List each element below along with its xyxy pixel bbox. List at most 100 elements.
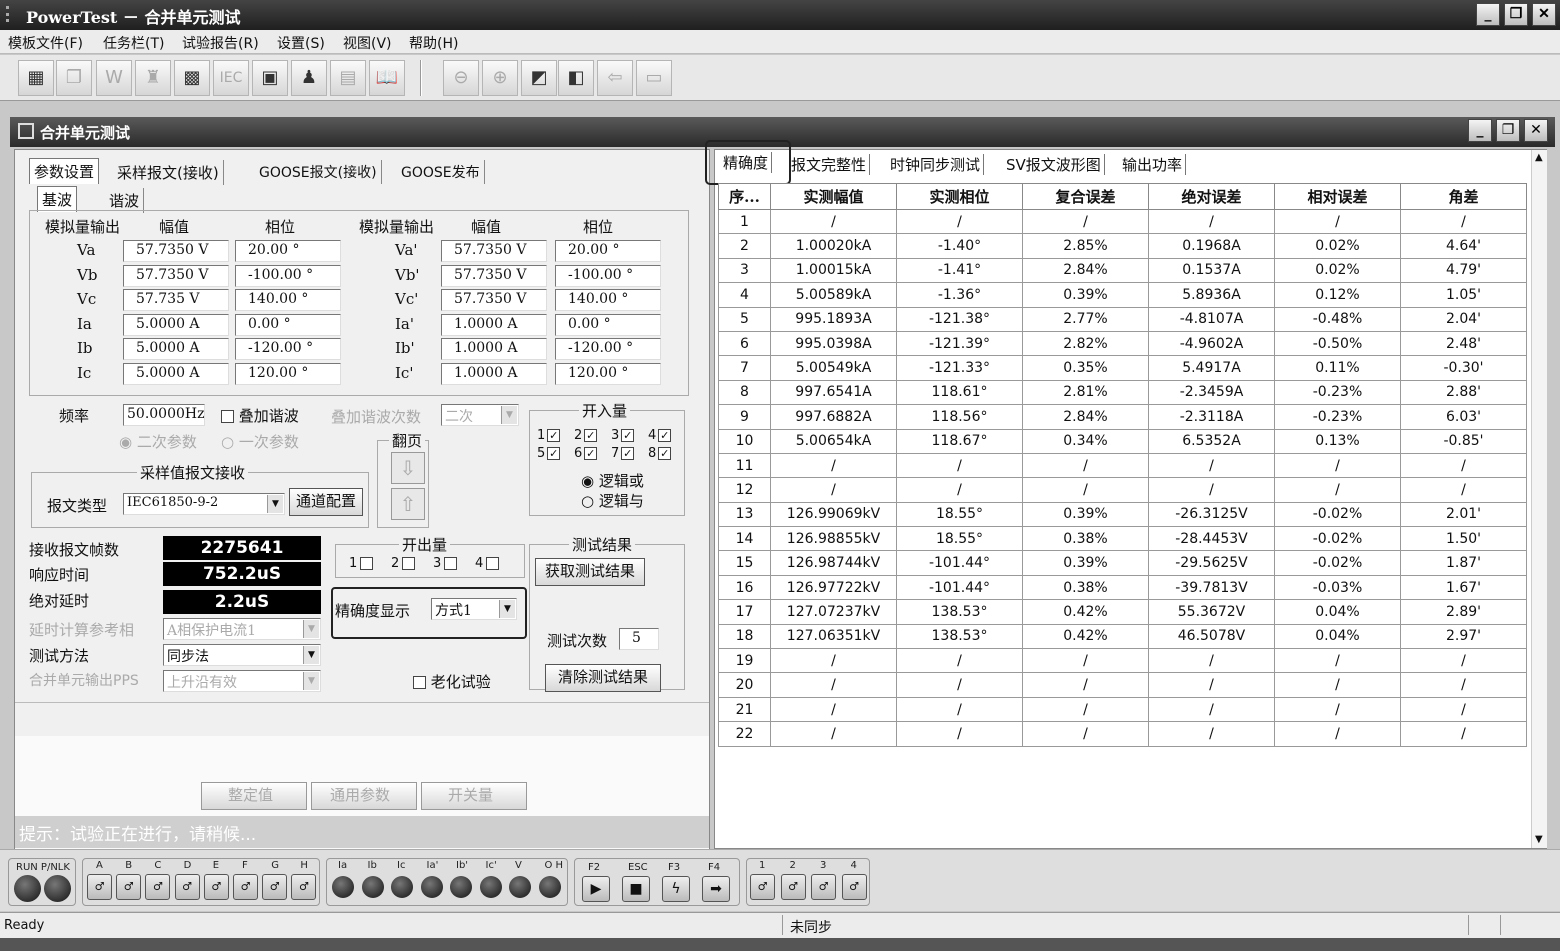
- export-icon[interactable]: ◧: [558, 60, 594, 96]
- key-button[interactable]: ➡: [702, 876, 730, 902]
- channel-config-button[interactable]: 通道配置: [289, 488, 363, 516]
- checkbox-icon[interactable]: [402, 557, 416, 570]
- table-row[interactable]: 2 1.00020kA -1.40° 2.85% 0.1968A 0.02% 4.64': [718, 233, 1527, 259]
- radio-primary[interactable]: ○ 一次参数: [221, 431, 299, 452]
- table-row[interactable]: 4 5.00589kA -1.36° 0.39% 5.8936A 0.12% 1.05': [718, 282, 1527, 308]
- checkbox-checked-icon[interactable]: ✓: [584, 429, 598, 442]
- amplitude-input[interactable]: 5.0000 A: [123, 313, 229, 336]
- tab-output-power[interactable]: 输出功率: [1119, 154, 1187, 175]
- amplitude-input[interactable]: 57.7350 V: [441, 264, 547, 287]
- aging-checkbox[interactable]: 老化试验: [413, 671, 491, 692]
- freq-input[interactable]: 50.0000Hz: [123, 404, 205, 426]
- subtab-fundamental[interactable]: 基波: [37, 186, 78, 212]
- switch-icon[interactable]: ♂: [291, 874, 317, 900]
- aging-check-box[interactable]: [413, 676, 426, 689]
- test-count-input[interactable]: 5: [619, 628, 659, 650]
- table-row[interactable]: 3 1.00015kA -1.41° 2.84% 0.1537A 0.02% 4.79': [718, 257, 1527, 284]
- table-row[interactable]: 19// / / / /: [718, 648, 1527, 674]
- binary-out-3[interactable]: 3: [433, 556, 458, 571]
- switch-icon[interactable]: ♂: [841, 874, 867, 900]
- zoom-out-icon[interactable]: ⊖: [443, 60, 479, 96]
- menu-help[interactable]: 帮助(H): [409, 33, 458, 53]
- binary-out-4[interactable]: 4: [475, 556, 500, 571]
- menu-template-file[interactable]: 模板文件(F): [8, 33, 83, 53]
- switch-icon[interactable]: ♂: [750, 874, 775, 900]
- switch-icon[interactable]: ♂: [174, 874, 200, 900]
- phase-input[interactable]: 20.00 °: [555, 240, 661, 262]
- child-maximize-button[interactable]: ❐: [1496, 119, 1520, 142]
- page-up-button[interactable]: ⇧: [391, 488, 425, 520]
- tab-params[interactable]: 参数设置: [29, 158, 100, 184]
- checkbox-icon[interactable]: [360, 557, 374, 570]
- table-row[interactable]: 10 5.00654kA 118.67° 0.34% 6.5352A 0.13% -0.85…: [718, 428, 1527, 454]
- switch-icon[interactable]: ♂: [233, 874, 258, 900]
- page-down-button[interactable]: ⇩: [391, 452, 425, 484]
- table-row[interactable]: 22// / / / /: [718, 721, 1527, 747]
- checkbox-checked-icon[interactable]: ✓: [621, 429, 635, 442]
- close-button[interactable]: ✕: [1532, 3, 1556, 26]
- back-icon[interactable]: ⇦: [597, 60, 633, 96]
- checkbox-checked-icon[interactable]: ✓: [658, 429, 672, 442]
- tab-accuracy[interactable]: 精确度: [720, 152, 773, 173]
- table-row[interactable]: 13 126.99069kV 18.55° 0.39% -26.3125V -0.02% 2…: [718, 501, 1527, 528]
- amplitude-input[interactable]: 57.7350 V: [441, 240, 547, 262]
- tab-sample-recv[interactable]: 采样报文(接收): [113, 160, 224, 185]
- harm-count-select[interactable]: 二次 ▼: [441, 404, 519, 426]
- table-row[interactable]: 16 126.97722kV -101.44° 0.38% -39.7813V -0.03…: [718, 574, 1527, 601]
- copy-icon[interactable]: ❐: [56, 60, 92, 96]
- bottom-tab-general[interactable]: 通用参数: [311, 782, 417, 810]
- menu-settings[interactable]: 设置(S): [277, 33, 325, 53]
- amplitude-input[interactable]: 1.0000 A: [441, 363, 547, 385]
- menu-view[interactable]: 视图(V): [343, 33, 392, 53]
- amplitude-input[interactable]: 57.735 V: [123, 289, 229, 312]
- amplitude-input[interactable]: 57.7350 V: [123, 264, 229, 287]
- checkbox-checked-icon[interactable]: ✓: [584, 447, 598, 460]
- switch-icon[interactable]: ♂: [780, 874, 806, 900]
- table-row[interactable]: 5 995.1893A -121.38° 2.77% -4.8107A -0.48% 2.0…: [718, 306, 1527, 332]
- method-select[interactable]: 同步法 ▼: [163, 644, 321, 666]
- phase-input[interactable]: 0.00 °: [555, 313, 661, 336]
- binary-in-6[interactable]: 6 ✓: [574, 446, 598, 461]
- binary-in-3[interactable]: 3 ✓: [611, 428, 635, 443]
- amplitude-input[interactable]: 5.0000 A: [123, 363, 229, 385]
- table-row[interactable]: 1// / / / /: [718, 208, 1527, 235]
- phase-input[interactable]: 0.00 °: [235, 313, 341, 336]
- phase-input[interactable]: 140.00 °: [235, 289, 341, 312]
- harm-check-box[interactable]: [221, 410, 234, 423]
- clear-result-button[interactable]: 清除测试结果: [545, 664, 661, 692]
- chip-icon[interactable]: ▣: [252, 60, 288, 96]
- phase-input[interactable]: 20.00 °: [235, 240, 341, 262]
- tab-sv-waveform[interactable]: SV报文波形图: [1003, 154, 1105, 175]
- key-button[interactable]: ▶: [582, 876, 610, 902]
- table-row[interactable]: 15 126.98744kV -101.44° 0.39% -29.5625V -0.02…: [718, 550, 1527, 576]
- person-icon[interactable]: ♜: [135, 60, 171, 96]
- switch-icon[interactable]: ♂: [262, 874, 288, 900]
- accuracy-select[interactable]: 方式1 ▼: [431, 598, 517, 620]
- table-row[interactable]: 6 995.0398A -121.39° 2.82% -4.9602A -0.50% 2.4…: [718, 330, 1527, 357]
- phase-input[interactable]: -100.00 °: [555, 264, 661, 287]
- binary-out-2[interactable]: 2: [391, 556, 416, 571]
- child-close-button[interactable]: ✕: [1524, 119, 1548, 142]
- tab-goose-pub[interactable]: GOOSE发布: [397, 160, 485, 184]
- child-minimize-button[interactable]: _: [1468, 119, 1492, 142]
- stamp-icon[interactable]: ♟: [291, 60, 327, 96]
- menu-taskbar[interactable]: 任务栏(T): [103, 33, 164, 53]
- switch-icon[interactable]: ♂: [811, 874, 836, 900]
- checkbox-icon[interactable]: [444, 557, 458, 570]
- table-row[interactable]: 7 5.00549kA -121.33° 0.35% 5.4917A 0.11% -0.30…: [718, 355, 1527, 381]
- table-row[interactable]: 21// / / / /: [718, 696, 1527, 723]
- switch-icon[interactable]: ♂: [145, 874, 171, 900]
- iec-icon[interactable]: IEC: [213, 60, 249, 96]
- checkbox-checked-icon[interactable]: ✓: [621, 447, 635, 460]
- switch-icon[interactable]: ♂: [87, 874, 112, 900]
- pps-select[interactable]: 上升沿有效 ▼: [163, 670, 321, 692]
- scroll-down-icon[interactable]: ▼: [1535, 834, 1543, 845]
- binary-in-1[interactable]: 1 ✓: [537, 428, 561, 443]
- table-row[interactable]: 9 997.6882A 118.56° 2.84% -2.3118A -0.23% 6.03…: [718, 404, 1527, 430]
- checkbox-checked-icon[interactable]: ✓: [658, 447, 672, 460]
- table-row[interactable]: 14 126.98855kV 18.55° 0.38% -28.4453V -0.02% 1…: [718, 526, 1527, 552]
- phase-input[interactable]: -120.00 °: [555, 338, 661, 361]
- calc-icon[interactable]: ▩: [174, 60, 210, 96]
- checkbox-icon[interactable]: [486, 557, 500, 570]
- tab-integrity[interactable]: 报文完整性: [788, 154, 871, 175]
